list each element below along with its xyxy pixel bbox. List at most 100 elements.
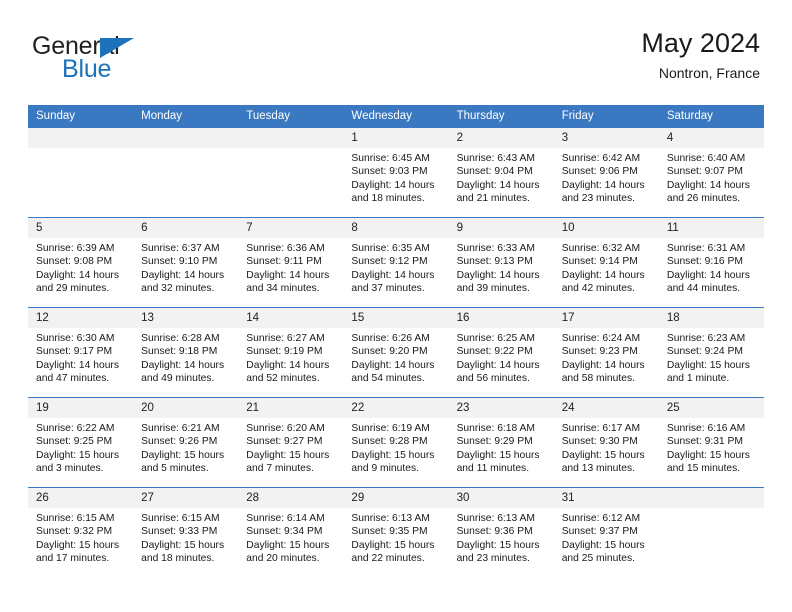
daylight-text-line1: Daylight: 15 hours bbox=[456, 539, 540, 551]
day-info: Sunrise: 6:31 AM Sunset: 9:16 PM Daylight:… bbox=[659, 238, 764, 296]
daylight-text-line2: and 22 minutes. bbox=[351, 553, 425, 565]
sunrise-text: Sunrise: 6:14 AM bbox=[246, 513, 325, 524]
sunset-text: Sunset: 9:23 PM bbox=[561, 346, 638, 358]
daylight-text-line1: Daylight: 15 hours bbox=[561, 449, 645, 461]
day-info: Sunrise: 6:36 AM Sunset: 9:11 PM Daylight:… bbox=[238, 238, 343, 296]
sunset-text: Sunset: 9:19 PM bbox=[246, 346, 323, 358]
calendar-day-cell[interactable]: 18 Sunrise: 6:23 AM Sunset: 9:24 PM Dayligh… bbox=[658, 307, 764, 398]
cell-inner: 23 Sunrise: 6:18 AM Sunset: 9:29 PM Dayligh… bbox=[448, 398, 554, 487]
daylight-text-line1: Daylight: 15 hours bbox=[246, 449, 330, 461]
calendar-day-cell[interactable]: 21 Sunrise: 6:20 AM Sunset: 9:27 PM Dayligh… bbox=[238, 397, 344, 488]
calendar-day-cell[interactable]: 16 Sunrise: 6:25 AM Sunset: 9:22 PM Dayligh… bbox=[448, 307, 554, 398]
day-info: Sunrise: 6:39 AM Sunset: 9:08 PM Daylight:… bbox=[28, 238, 133, 296]
sunset-text: Sunset: 9:26 PM bbox=[141, 436, 218, 448]
day-info: Sunrise: 6:37 AM Sunset: 9:10 PM Daylight:… bbox=[133, 238, 238, 296]
daylight-text-line2: and 1 minute. bbox=[666, 373, 730, 385]
calendar-day-cell[interactable]: 2 Sunrise: 6:43 AM Sunset: 9:04 PM Daylight… bbox=[448, 128, 554, 218]
day-number: 5 bbox=[28, 218, 134, 238]
cell-inner: 22 Sunrise: 6:19 AM Sunset: 9:28 PM Dayligh… bbox=[343, 398, 449, 487]
day-number: 17 bbox=[553, 308, 659, 328]
cell-inner: 19 Sunrise: 6:22 AM Sunset: 9:25 PM Dayligh… bbox=[28, 398, 134, 487]
calendar-day-cell[interactable]: 19 Sunrise: 6:22 AM Sunset: 9:25 PM Dayligh… bbox=[28, 397, 134, 488]
calendar-day-cell[interactable]: 20 Sunrise: 6:21 AM Sunset: 9:26 PM Dayligh… bbox=[133, 397, 239, 488]
sunset-text: Sunset: 9:29 PM bbox=[456, 436, 533, 448]
cell-inner: 6 Sunrise: 6:37 AM Sunset: 9:10 PM Daylight… bbox=[133, 218, 239, 307]
cell-inner: 17 Sunrise: 6:24 AM Sunset: 9:23 PM Dayligh… bbox=[553, 308, 659, 397]
sunset-text: Sunset: 9:14 PM bbox=[561, 256, 638, 268]
calendar-day-cell[interactable]: 11 Sunrise: 6:31 AM Sunset: 9:16 PM Dayligh… bbox=[658, 217, 764, 308]
cell-inner bbox=[658, 488, 764, 577]
sunrise-text: Sunrise: 6:37 AM bbox=[141, 243, 220, 254]
weekday-header-monday: Monday bbox=[133, 105, 239, 128]
cell-inner: 7 Sunrise: 6:36 AM Sunset: 9:11 PM Daylight… bbox=[238, 218, 344, 307]
daylight-text-line1: Daylight: 15 hours bbox=[141, 539, 225, 551]
calendar-day-cell[interactable]: 14 Sunrise: 6:27 AM Sunset: 9:19 PM Dayligh… bbox=[238, 307, 344, 398]
calendar-day-cell[interactable]: 26 Sunrise: 6:15 AM Sunset: 9:32 PM Dayligh… bbox=[28, 487, 134, 577]
daylight-text-line1: Daylight: 14 hours bbox=[351, 359, 435, 371]
cell-inner: 21 Sunrise: 6:20 AM Sunset: 9:27 PM Dayligh… bbox=[238, 398, 344, 487]
calendar-day-cell[interactable]: 8 Sunrise: 6:35 AM Sunset: 9:12 PM Daylight… bbox=[343, 217, 449, 308]
calendar-day-cell[interactable]: 30 Sunrise: 6:13 AM Sunset: 9:36 PM Dayligh… bbox=[448, 487, 554, 577]
calendar-day-cell[interactable]: 10 Sunrise: 6:32 AM Sunset: 9:14 PM Dayligh… bbox=[553, 217, 659, 308]
brand-logo[interactable]: General Blue bbox=[32, 34, 232, 90]
calendar-day-cell[interactable]: 9 Sunrise: 6:33 AM Sunset: 9:13 PM Daylight… bbox=[448, 217, 554, 308]
calendar-day-cell[interactable]: 24 Sunrise: 6:17 AM Sunset: 9:30 PM Dayligh… bbox=[553, 397, 659, 488]
calendar-day-cell[interactable]: 27 Sunrise: 6:15 AM Sunset: 9:33 PM Dayligh… bbox=[133, 487, 239, 577]
calendar-day-cell[interactable]: 6 Sunrise: 6:37 AM Sunset: 9:10 PM Daylight… bbox=[133, 217, 239, 308]
day-number: 26 bbox=[28, 488, 134, 508]
calendar-day-cell[interactable]: 1 Sunrise: 6:45 AM Sunset: 9:03 PM Daylight… bbox=[343, 128, 449, 218]
daylight-text-line2: and 32 minutes. bbox=[141, 283, 215, 295]
cell-inner: 18 Sunrise: 6:23 AM Sunset: 9:24 PM Dayligh… bbox=[658, 308, 764, 397]
daylight-text-line2: and 20 minutes. bbox=[246, 553, 320, 565]
calendar-day-cell[interactable]: 4 Sunrise: 6:40 AM Sunset: 9:07 PM Daylight… bbox=[658, 128, 764, 218]
cell-inner bbox=[133, 128, 239, 217]
day-info: Sunrise: 6:28 AM Sunset: 9:18 PM Daylight:… bbox=[133, 328, 238, 386]
daylight-text-line2: and 23 minutes. bbox=[561, 193, 635, 205]
cell-inner: 8 Sunrise: 6:35 AM Sunset: 9:12 PM Daylight… bbox=[343, 218, 449, 307]
cell-inner: 11 Sunrise: 6:31 AM Sunset: 9:16 PM Dayligh… bbox=[658, 218, 764, 307]
calendar-day-cell[interactable]: 7 Sunrise: 6:36 AM Sunset: 9:11 PM Daylight… bbox=[238, 217, 344, 308]
calendar-day-cell[interactable]: 29 Sunrise: 6:13 AM Sunset: 9:35 PM Dayligh… bbox=[343, 487, 449, 577]
daylight-text-line1: Daylight: 14 hours bbox=[36, 359, 119, 371]
daylight-text-line1: Daylight: 14 hours bbox=[246, 359, 330, 371]
sunrise-text: Sunrise: 6:30 AM bbox=[36, 333, 115, 344]
calendar-day-cell[interactable]: 22 Sunrise: 6:19 AM Sunset: 9:28 PM Dayligh… bbox=[343, 397, 449, 488]
sunset-text: Sunset: 9:07 PM bbox=[666, 166, 743, 178]
sunrise-text: Sunrise: 6:26 AM bbox=[351, 333, 430, 344]
calendar-day-cell[interactable]: 12 Sunrise: 6:30 AM Sunset: 9:17 PM Dayligh… bbox=[28, 307, 134, 398]
day-number bbox=[238, 128, 344, 148]
cell-inner: 28 Sunrise: 6:14 AM Sunset: 9:34 PM Dayligh… bbox=[238, 488, 344, 577]
calendar-cell-empty bbox=[133, 128, 239, 218]
sunset-text: Sunset: 9:18 PM bbox=[141, 346, 218, 358]
calendar-day-cell[interactable]: 5 Sunrise: 6:39 AM Sunset: 9:08 PM Daylight… bbox=[28, 217, 134, 308]
daylight-text-line2: and 17 minutes. bbox=[36, 553, 110, 565]
day-info: Sunrise: 6:40 AM Sunset: 9:07 PM Daylight:… bbox=[659, 148, 764, 206]
day-info: Sunrise: 6:16 AM Sunset: 9:31 PM Daylight:… bbox=[659, 418, 764, 476]
calendar-day-cell[interactable]: 25 Sunrise: 6:16 AM Sunset: 9:31 PM Dayligh… bbox=[658, 397, 764, 488]
cell-inner: 31 Sunrise: 6:12 AM Sunset: 9:37 PM Dayligh… bbox=[553, 488, 659, 577]
calendar-day-cell[interactable]: 3 Sunrise: 6:42 AM Sunset: 9:06 PM Daylight… bbox=[553, 128, 659, 218]
calendar-cell-empty bbox=[238, 128, 344, 218]
daylight-text-line2: and 3 minutes. bbox=[36, 463, 104, 475]
calendar-day-cell[interactable]: 31 Sunrise: 6:12 AM Sunset: 9:37 PM Dayligh… bbox=[553, 487, 659, 577]
daylight-text-line1: Daylight: 15 hours bbox=[36, 539, 119, 551]
page-title: May 2024 bbox=[641, 28, 760, 58]
weekday-header-sunday: Sunday bbox=[28, 105, 134, 128]
daylight-text-line2: and 29 minutes. bbox=[36, 283, 110, 295]
calendar-day-cell[interactable]: 13 Sunrise: 6:28 AM Sunset: 9:18 PM Dayligh… bbox=[133, 307, 239, 398]
calendar-day-cell[interactable]: 17 Sunrise: 6:24 AM Sunset: 9:23 PM Dayligh… bbox=[553, 307, 659, 398]
calendar-day-cell[interactable]: 15 Sunrise: 6:26 AM Sunset: 9:20 PM Dayligh… bbox=[343, 307, 449, 398]
sunrise-text: Sunrise: 6:32 AM bbox=[561, 243, 641, 254]
cell-inner: 15 Sunrise: 6:26 AM Sunset: 9:20 PM Dayligh… bbox=[343, 308, 449, 397]
sunset-text: Sunset: 9:24 PM bbox=[666, 346, 743, 358]
sunrise-text: Sunrise: 6:43 AM bbox=[456, 153, 535, 164]
daylight-text-line1: Daylight: 14 hours bbox=[246, 269, 330, 281]
daylight-text-line1: Daylight: 14 hours bbox=[36, 269, 119, 281]
weekday-header-saturday: Saturday bbox=[658, 105, 764, 128]
daylight-text-line1: Daylight: 15 hours bbox=[666, 359, 750, 371]
sunrise-text: Sunrise: 6:21 AM bbox=[141, 423, 220, 434]
calendar-day-cell[interactable]: 23 Sunrise: 6:18 AM Sunset: 9:29 PM Dayligh… bbox=[448, 397, 554, 488]
weekday-header-tuesday: Tuesday bbox=[238, 105, 344, 128]
calendar-day-cell[interactable]: 28 Sunrise: 6:14 AM Sunset: 9:34 PM Dayligh… bbox=[238, 487, 344, 577]
calendar-week-row: 5 Sunrise: 6:39 AM Sunset: 9:08 PM Daylight… bbox=[28, 217, 764, 308]
